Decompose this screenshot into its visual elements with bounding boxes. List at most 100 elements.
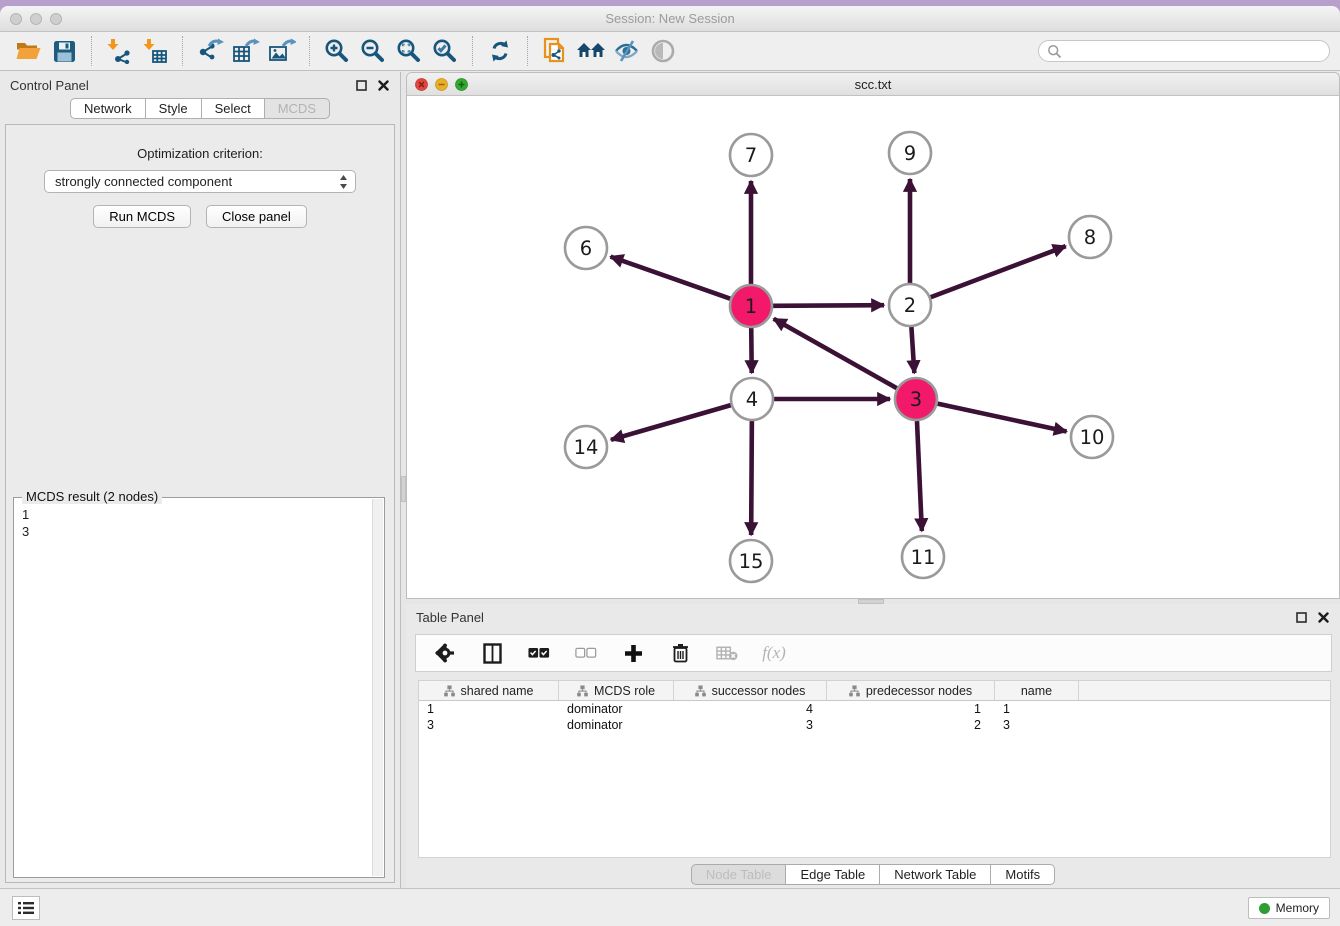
optimization-criterion-select[interactable]: strongly connected component bbox=[44, 170, 356, 193]
refresh-button[interactable] bbox=[482, 35, 518, 67]
float-panel-icon[interactable] bbox=[1295, 611, 1308, 624]
table-panel-title: Table Panel bbox=[416, 610, 484, 625]
task-history-button[interactable] bbox=[12, 896, 40, 920]
column-header-successor-nodes[interactable]: successor nodes bbox=[674, 681, 827, 700]
tab-network[interactable]: Network bbox=[70, 98, 146, 119]
table-row[interactable]: 1dominator411 bbox=[419, 701, 1330, 717]
clone-network-button[interactable] bbox=[537, 35, 573, 67]
table-cell[interactable]: 4 bbox=[674, 702, 827, 716]
save-session-button[interactable] bbox=[46, 35, 82, 67]
close-network-button[interactable] bbox=[415, 78, 428, 91]
search-input[interactable] bbox=[1062, 44, 1321, 58]
deselect-all-button[interactable] bbox=[575, 641, 597, 665]
tab-motifs[interactable]: Motifs bbox=[991, 864, 1055, 885]
home-button[interactable] bbox=[573, 35, 609, 67]
graph-node-15[interactable]: 15 bbox=[730, 540, 772, 582]
import-table-button[interactable] bbox=[137, 35, 173, 67]
graph-node-8[interactable]: 8 bbox=[1069, 216, 1111, 258]
network-canvas[interactable]: 7 9 6 8 1 2 4 3 14 10 15 11 bbox=[407, 97, 1339, 598]
function-builder-button[interactable]: f(x) bbox=[763, 641, 785, 665]
graph-edge-2-8[interactable] bbox=[931, 246, 1066, 297]
graph-node-6[interactable]: 6 bbox=[565, 227, 607, 269]
table-cell[interactable]: dominator bbox=[559, 702, 674, 716]
table-cell[interactable]: 2 bbox=[827, 718, 995, 732]
table-cell[interactable]: 1 bbox=[419, 702, 559, 716]
toggle-panes-button[interactable] bbox=[481, 641, 503, 665]
mcds-result-text[interactable]: 13 bbox=[16, 500, 371, 875]
run-mcds-button[interactable]: Run MCDS bbox=[93, 205, 191, 228]
graph-edge-2-3[interactable] bbox=[911, 327, 914, 373]
tab-style[interactable]: Style bbox=[146, 98, 202, 119]
graph-node-7[interactable]: 7 bbox=[730, 134, 772, 176]
tab-node-table[interactable]: Node Table bbox=[691, 864, 787, 885]
graph-edge-1-6[interactable] bbox=[611, 257, 731, 299]
column-header-mcds-role[interactable]: MCDS role bbox=[559, 681, 674, 700]
toolbar-separator bbox=[91, 36, 92, 66]
result-scrollbar[interactable] bbox=[372, 499, 383, 876]
tab-mcds[interactable]: MCDS bbox=[265, 98, 330, 119]
open-session-button[interactable] bbox=[10, 35, 46, 67]
graph-node-11[interactable]: 11 bbox=[902, 536, 944, 578]
graph-edge-4-14[interactable] bbox=[611, 405, 731, 440]
column-header-name[interactable]: name bbox=[995, 681, 1079, 700]
table-settings-button[interactable] bbox=[434, 641, 456, 665]
zoom-in-button[interactable] bbox=[319, 35, 355, 67]
import-network-button[interactable] bbox=[101, 35, 137, 67]
table-cell[interactable]: 3 bbox=[995, 718, 1079, 732]
eye-disabled-icon bbox=[650, 38, 676, 64]
export-table-button[interactable] bbox=[228, 35, 264, 67]
hide-panels-button[interactable] bbox=[609, 35, 645, 67]
graph-node-14[interactable]: 14 bbox=[565, 426, 607, 468]
graph-edge-3-1[interactable] bbox=[774, 319, 897, 388]
column-header-shared-name[interactable]: shared name bbox=[419, 681, 559, 700]
tab-select[interactable]: Select bbox=[202, 98, 265, 119]
zoom-selected-button[interactable] bbox=[427, 35, 463, 67]
close-window-button[interactable] bbox=[10, 13, 22, 25]
graph-node-9[interactable]: 9 bbox=[889, 132, 931, 174]
zoom-out-button[interactable] bbox=[355, 35, 391, 67]
tab-network-table[interactable]: Network Table bbox=[880, 864, 991, 885]
add-column-button[interactable] bbox=[622, 641, 644, 665]
tab-edge-table[interactable]: Edge Table bbox=[786, 864, 880, 885]
graph-edge-4-15[interactable] bbox=[751, 421, 752, 535]
delete-column-button[interactable] bbox=[669, 641, 691, 665]
maximize-window-button[interactable] bbox=[50, 13, 62, 25]
table-cell[interactable]: 3 bbox=[674, 718, 827, 732]
close-panel-icon[interactable] bbox=[377, 79, 390, 92]
deselect-all-icon bbox=[575, 647, 597, 659]
delete-table-button[interactable] bbox=[716, 641, 738, 665]
mcds-tab-content: Optimization criterion: strongly connect… bbox=[5, 124, 395, 883]
maximize-network-button[interactable] bbox=[455, 78, 468, 91]
table-cell[interactable]: 1 bbox=[827, 702, 995, 716]
gear-icon bbox=[435, 643, 455, 663]
column-header-predecessor-nodes[interactable]: predecessor nodes bbox=[827, 681, 995, 700]
column-namespace-icon bbox=[695, 685, 706, 697]
zoom-fit-button[interactable] bbox=[391, 35, 427, 67]
table-row[interactable]: 3dominator323 bbox=[419, 717, 1330, 733]
zoom-fit-icon bbox=[396, 38, 422, 64]
float-panel-icon[interactable] bbox=[355, 79, 368, 92]
graph-node-1[interactable]: 1 bbox=[730, 285, 772, 327]
export-image-button[interactable] bbox=[264, 35, 300, 67]
graph-edge-1-2[interactable] bbox=[773, 305, 884, 306]
graph-node-2[interactable]: 2 bbox=[889, 284, 931, 326]
close-panel-icon[interactable] bbox=[1317, 611, 1330, 624]
minimize-window-button[interactable] bbox=[30, 13, 42, 25]
minimize-network-button[interactable] bbox=[435, 78, 448, 91]
memory-button[interactable]: Memory bbox=[1248, 897, 1330, 919]
graph-edge-3-11[interactable] bbox=[917, 421, 922, 531]
table-cell[interactable]: dominator bbox=[559, 718, 674, 732]
table-cell[interactable]: 1 bbox=[995, 702, 1079, 716]
select-all-button[interactable] bbox=[528, 641, 550, 665]
window-titlebar: Session: New Session bbox=[0, 6, 1340, 32]
graph-node-4[interactable]: 4 bbox=[731, 378, 773, 420]
table-body: 1dominator4113dominator323 bbox=[419, 701, 1330, 733]
export-network-button[interactable] bbox=[192, 35, 228, 67]
close-panel-button[interactable]: Close panel bbox=[206, 205, 307, 228]
eye-disabled-button[interactable] bbox=[645, 35, 681, 67]
table-cell[interactable]: 3 bbox=[419, 718, 559, 732]
graph-edge-3-10[interactable] bbox=[938, 404, 1067, 432]
node-table: shared nameMCDS rolesuccessor nodesprede… bbox=[418, 680, 1331, 858]
graph-node-3[interactable]: 3 bbox=[895, 378, 937, 420]
graph-node-10[interactable]: 10 bbox=[1071, 416, 1113, 458]
